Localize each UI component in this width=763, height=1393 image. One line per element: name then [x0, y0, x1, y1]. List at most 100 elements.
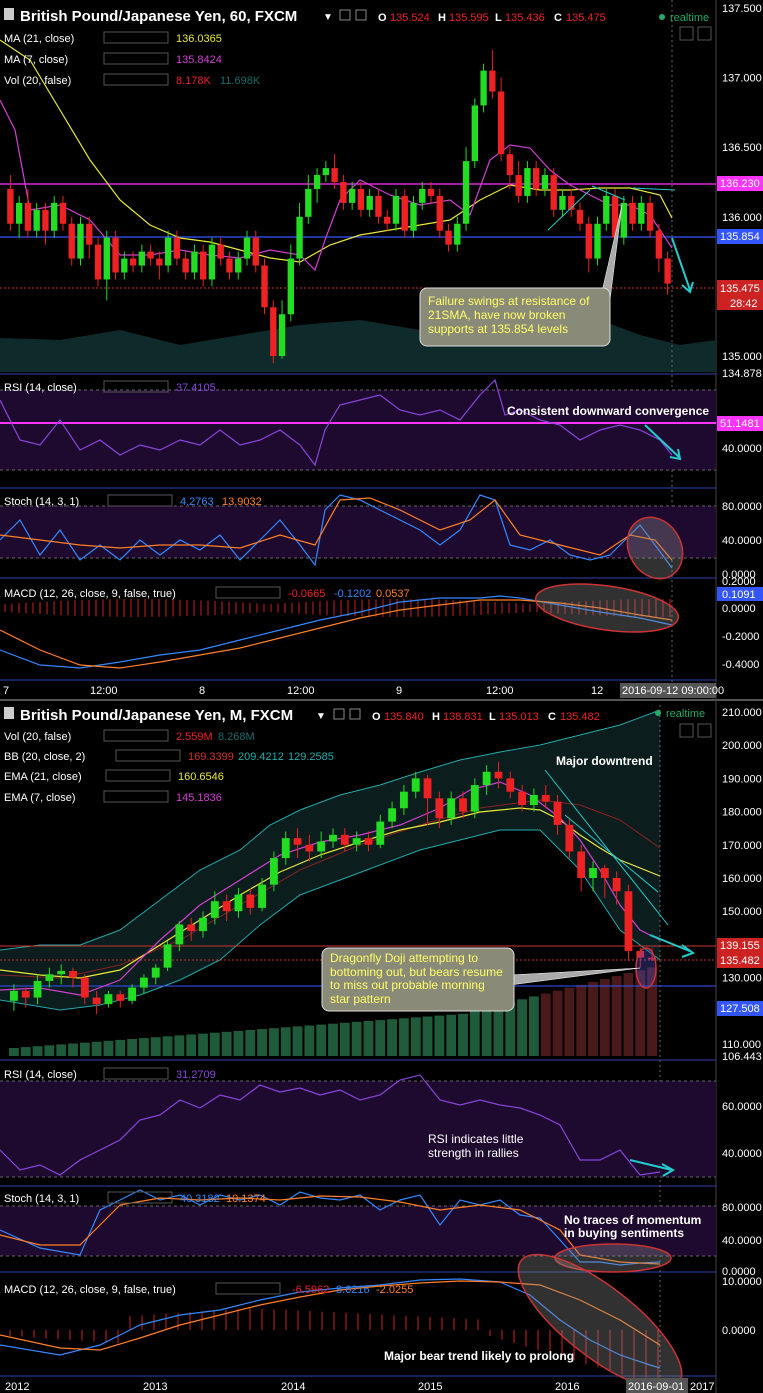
bottom-candle — [21, 990, 30, 998]
bottom-candle — [447, 798, 456, 819]
bottom-candle — [293, 838, 302, 845]
top-rsi-band — [0, 390, 716, 470]
top-rsi-level-tag-text: 51.1481 — [720, 418, 760, 430]
top-candle — [331, 168, 338, 182]
bottom-candle — [187, 924, 196, 932]
bottom-macd-label[interactable]: MACD (12, 26, close, 9, false, true) — [4, 1284, 176, 1296]
bottom-candle — [246, 894, 255, 908]
bottom-volume-bar — [446, 1014, 457, 1056]
bottom-candle — [305, 844, 314, 852]
bottom-ema21-value: 160.6546 — [178, 771, 224, 783]
bottom-macd-value-b: 8.6216 — [336, 1284, 370, 1296]
top-candle — [173, 237, 181, 259]
top-candle — [655, 230, 663, 259]
top-o-label: O — [378, 12, 387, 24]
bottom-candle — [329, 834, 337, 842]
top-realtime-label: realtime — [670, 12, 709, 24]
top-candle — [585, 223, 592, 259]
top-rsi-label[interactable]: RSI (14, close) — [4, 382, 77, 394]
top-candle — [278, 314, 286, 356]
bottom-candle — [530, 795, 538, 805]
bottom-stoch-tick-40: 40.0000 — [722, 1235, 762, 1247]
bottom-ema21-label[interactable]: EMA (21, close) — [4, 771, 82, 783]
bottom-volume-bar — [564, 987, 575, 1056]
top-candle — [129, 258, 137, 266]
top-macd-tick-0: 0.2000 — [722, 576, 756, 588]
top-candle — [112, 237, 119, 273]
top-candle — [506, 154, 514, 176]
bottom-support-tag-text: 127.508 — [720, 1003, 760, 1015]
bottom-ema7-label[interactable]: EMA (7, close) — [4, 792, 76, 804]
top-candle — [480, 70, 487, 106]
top-candle — [296, 216, 303, 259]
bottom-candle — [128, 987, 136, 1001]
bottom-volume-bar — [552, 990, 563, 1056]
bottom-volume-bar — [599, 979, 610, 1056]
bottom-menu-icon[interactable] — [4, 707, 14, 719]
top-price-y-tick: 135.000 — [722, 351, 762, 363]
bottom-candle — [435, 798, 444, 819]
top-x-label-0: 7 — [3, 685, 9, 697]
bottom-candle — [364, 838, 373, 845]
bottom-candle — [175, 924, 184, 945]
top-price-y-tick: 134.878 — [722, 368, 762, 380]
bottom-volume-bar — [162, 1036, 173, 1056]
top-o-value: 135.524 — [390, 12, 430, 24]
top-candle — [15, 202, 23, 224]
top-candle — [24, 202, 32, 231]
bottom-volume-bar — [150, 1037, 161, 1056]
top-vol-label[interactable]: Vol (20, false) — [4, 75, 71, 87]
bottom-major-downtrend-note: Major downtrend — [556, 754, 653, 768]
top-candle — [436, 195, 443, 231]
top-rsi-note: Consistent downward convergence — [507, 404, 709, 418]
bottom-price-y-tick: 200.000 — [722, 740, 762, 752]
top-stoch-label[interactable]: Stoch (14, 3, 1) — [4, 496, 79, 508]
top-title-dropdown-icon[interactable]: ▼ — [323, 12, 333, 23]
bottom-volume-bar — [316, 1024, 327, 1056]
top-candle — [541, 175, 549, 189]
bottom-h-label: H — [432, 711, 440, 723]
top-candle — [42, 209, 49, 231]
bottom-rsi-label[interactable]: RSI (14, close) — [4, 1069, 77, 1081]
top-price-y-tick: 137.000 — [722, 73, 762, 85]
bottom-candle — [553, 801, 562, 825]
top-candle — [392, 195, 400, 224]
bottom-macd-tick-0: 0.0000 — [722, 1325, 756, 1337]
top-h-value: 135.595 — [449, 12, 489, 24]
top-rsi-tick: 40.0000 — [722, 443, 762, 455]
top-candle — [305, 188, 312, 217]
bottom-stoch-label[interactable]: Stoch (14, 3, 1) — [4, 1193, 79, 1205]
top-stoch-tick-80: 80.0000 — [722, 501, 762, 513]
bottom-volume-bar — [363, 1021, 374, 1056]
bottom-title-dropdown-icon[interactable]: ▼ — [316, 711, 326, 722]
top-candle — [33, 209, 40, 231]
bottom-bb-label[interactable]: BB (20, close, 2) — [4, 751, 85, 763]
bottom-o-label: O — [372, 711, 381, 723]
bottom-ema7-value: 145.1836 — [176, 792, 222, 804]
top-candle — [664, 258, 671, 284]
top-x-label-5: 12:00 — [486, 685, 514, 697]
top-macd-value-c: 0.0537 — [376, 588, 410, 600]
top-candle — [270, 307, 277, 356]
bottom-volume-bar — [79, 1042, 90, 1056]
bottom-realtime-label: realtime — [666, 708, 705, 720]
top-candle — [646, 202, 654, 231]
top-candle — [59, 202, 67, 224]
bottom-realtime-dot — [655, 710, 661, 716]
top-c-value: 135.475 — [566, 12, 606, 24]
top-candle — [252, 237, 259, 266]
top-price-y-tick: 137.500 — [722, 3, 762, 15]
bottom-candle — [210, 901, 219, 918]
top-macd-label[interactable]: MACD (12, 26, close, 9, false, true) — [4, 588, 176, 600]
bottom-vol-label[interactable]: Vol (20, false) — [4, 731, 71, 743]
top-candle — [7, 188, 14, 224]
top-candle — [410, 202, 417, 231]
top-ma7-label[interactable]: MA (7, close) — [4, 54, 68, 66]
bottom-candle — [340, 834, 349, 845]
bottom-volume-bar — [174, 1035, 185, 1056]
top-ma21-label[interactable]: MA (21, close) — [4, 33, 74, 45]
top-candle — [419, 188, 426, 203]
top-menu-icon[interactable] — [4, 8, 14, 20]
top-candle — [68, 223, 75, 259]
top-macd-tick-2: 0.0000 — [722, 603, 756, 615]
